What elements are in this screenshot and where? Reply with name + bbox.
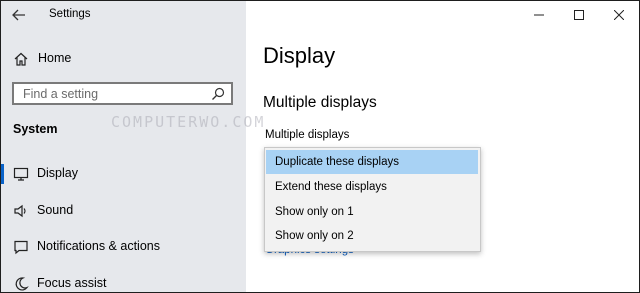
maximize-button[interactable]: [559, 1, 599, 29]
message-icon: [13, 239, 29, 255]
dropdown-option-show-only-1[interactable]: Show only on 1: [266, 200, 478, 224]
sidebar-item-label: Sound: [37, 203, 74, 217]
home-icon: [13, 51, 29, 67]
title-bar: Settings: [1, 1, 246, 31]
dropdown-option-duplicate[interactable]: Duplicate these displays: [266, 150, 478, 174]
sidebar-item-label: Notifications & actions: [37, 239, 160, 253]
close-button[interactable]: [599, 1, 639, 29]
back-arrow-icon: [12, 9, 25, 21]
dropdown-option-extend[interactable]: Extend these displays: [266, 175, 478, 199]
sidebar-item-focus-assist[interactable]: Focus assist: [1, 271, 246, 292]
close-icon: [614, 10, 624, 20]
dropdown-option-label: Extend these displays: [275, 181, 387, 193]
minimize-button[interactable]: [519, 1, 559, 29]
sidebar-item-label: Display: [37, 166, 78, 180]
search-input[interactable]: Find a setting: [12, 82, 233, 105]
speaker-icon: [13, 203, 29, 219]
monitor-icon: [13, 166, 29, 182]
search-placeholder: Find a setting: [23, 87, 99, 101]
moon-icon: [13, 276, 29, 292]
window-controls: [519, 1, 639, 29]
app-title: Settings: [49, 8, 91, 20]
dropdown-option-label: Show only on 1: [275, 206, 354, 218]
minimize-icon: [534, 14, 544, 16]
search-icon: [211, 87, 225, 101]
dropdown-option-label: Duplicate these displays: [275, 156, 400, 168]
sidebar-item-label: Focus assist: [37, 276, 107, 290]
multiple-displays-dropdown[interactable]: Duplicate these displays Extend these di…: [264, 147, 481, 252]
home-label: Home: [38, 51, 72, 65]
sidebar-item-notifications[interactable]: Notifications & actions: [1, 234, 246, 260]
maximize-icon: [574, 10, 584, 20]
sidebar-item-sound[interactable]: Sound: [1, 198, 246, 224]
sidebar-item-display[interactable]: Display: [1, 161, 246, 187]
dropdown-option-label: Show only on 2: [275, 230, 354, 242]
multiple-displays-label: Multiple displays: [265, 129, 350, 141]
watermark: COMPUTERWO.COM: [111, 113, 266, 131]
page-title: Display: [263, 43, 336, 68]
section-title: Multiple displays: [263, 94, 377, 111]
back-button[interactable]: [7, 5, 31, 25]
dropdown-option-show-only-2[interactable]: Show only on 2: [266, 224, 478, 248]
sidebar: Settings Home Find a setting System Disp…: [1, 1, 246, 292]
sidebar-section-title: System: [13, 122, 58, 136]
settings-window: Settings Home Find a setting System Disp…: [0, 0, 640, 293]
nav-home[interactable]: Home: [1, 47, 246, 71]
